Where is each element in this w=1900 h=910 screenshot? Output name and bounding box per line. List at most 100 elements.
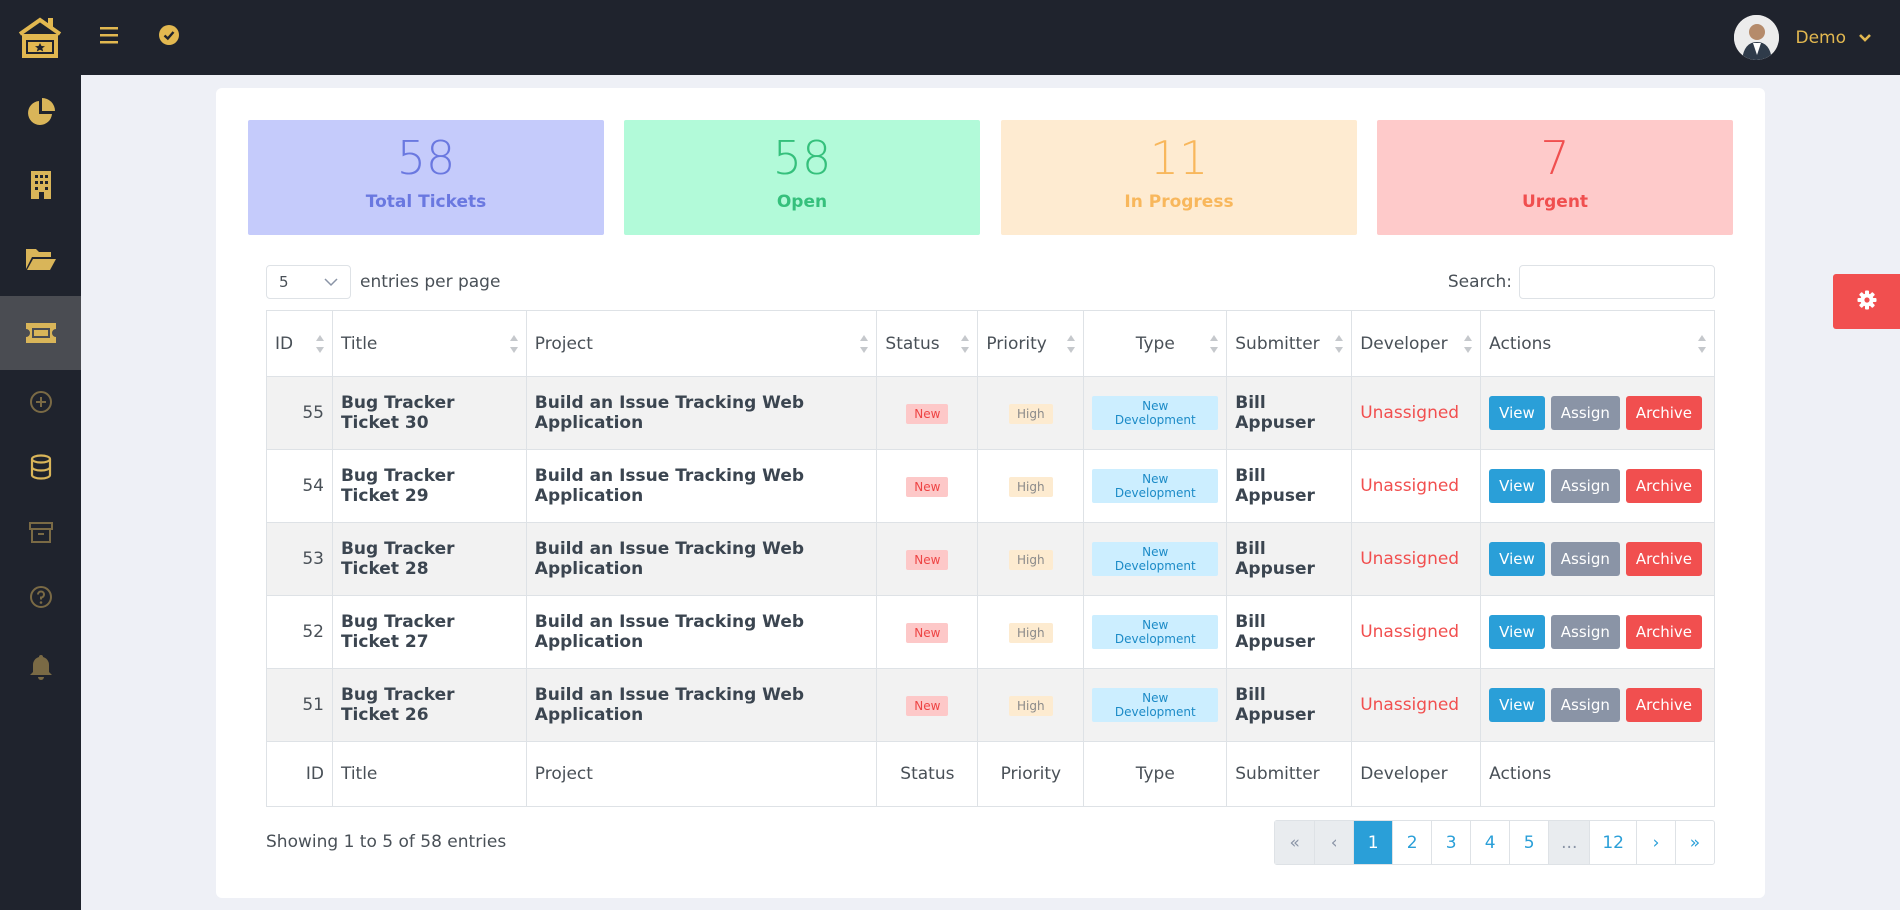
th-id[interactable]: ID — [266, 310, 333, 377]
type-badge: New Development — [1092, 615, 1219, 649]
cell-developer: Unassigned — [1351, 595, 1482, 669]
ticket-icon — [25, 321, 57, 345]
sidebar-item-help[interactable] — [0, 560, 81, 634]
stat-value: 11 — [1149, 131, 1209, 185]
view-button[interactable]: View — [1489, 688, 1545, 722]
status-badge: New — [906, 403, 949, 424]
sidebar-item-archive[interactable] — [0, 495, 81, 569]
user-menu[interactable]: Demo — [1734, 15, 1872, 60]
check-circle-icon[interactable] — [158, 24, 180, 46]
cell-title: Bug Tracker Ticket 30 — [331, 376, 527, 450]
sidebar-item-database[interactable] — [0, 430, 81, 504]
assign-button[interactable]: Assign — [1550, 542, 1620, 576]
settings-tab[interactable] — [1833, 274, 1900, 329]
status-badge: New — [906, 549, 949, 570]
cell-project: Build an Issue Tracking Web Application — [525, 449, 878, 523]
search-label: Search: — [1447, 272, 1512, 292]
page-5[interactable]: 5 — [1509, 821, 1548, 864]
sort-icon — [1698, 335, 1706, 353]
sort-icon — [1464, 335, 1473, 353]
th-submitter[interactable]: Submitter — [1226, 310, 1353, 377]
entries-label: entries per page — [360, 272, 501, 292]
stat-urgent: 7 Urgent — [1377, 120, 1733, 235]
cell-developer: Unassigned — [1351, 668, 1482, 742]
sort-icon — [509, 335, 518, 353]
menu-icon[interactable] — [98, 25, 120, 45]
archive-button[interactable]: Archive — [1625, 469, 1703, 503]
view-button[interactable]: View — [1489, 615, 1545, 649]
assign-button[interactable]: Assign — [1550, 396, 1620, 430]
status-badge: New — [906, 695, 949, 716]
page-3[interactable]: 3 — [1431, 821, 1470, 864]
stat-value: 7 — [1540, 131, 1570, 185]
th-actions[interactable]: Actions — [1480, 310, 1715, 377]
view-button[interactable]: View — [1489, 396, 1545, 430]
cell-submitter: Bill Appuser — [1226, 668, 1353, 742]
sidebar-item-organization[interactable] — [0, 148, 81, 222]
sidebar-item-dashboard[interactable] — [0, 75, 81, 149]
page-first[interactable]: « — [1275, 821, 1315, 864]
assign-button[interactable]: Assign — [1550, 688, 1620, 722]
pagination: « ‹ 1 2 3 4 5 ... 12 › » — [1274, 820, 1715, 865]
status-badge: New — [906, 476, 949, 497]
page-last[interactable]: » — [1675, 821, 1714, 864]
th-priority[interactable]: Priority — [977, 310, 1085, 377]
cell-id: 51 — [266, 668, 333, 742]
cell-title: Bug Tracker Ticket 28 — [331, 522, 527, 596]
archive-button[interactable]: Archive — [1625, 542, 1703, 576]
sort-icon — [1335, 335, 1344, 353]
assign-button[interactable]: Assign — [1550, 615, 1620, 649]
sidebar-item-projects[interactable] — [0, 222, 81, 296]
sidebar-item-notifications[interactable] — [0, 630, 81, 704]
priority-badge: High — [1009, 476, 1053, 497]
archive-button[interactable]: Archive — [1625, 396, 1703, 430]
type-badge: New Development — [1092, 396, 1219, 430]
stat-label: Urgent — [1521, 192, 1589, 212]
th-developer[interactable]: Developer — [1351, 310, 1482, 377]
archive-button[interactable]: Archive — [1625, 615, 1703, 649]
type-badge: New Development — [1092, 542, 1219, 576]
page-next[interactable]: › — [1636, 821, 1675, 864]
table-row: 53 Bug Tracker Ticket 28 Build an Issue … — [266, 522, 1715, 596]
sort-icon — [860, 335, 869, 353]
page-12[interactable]: 12 — [1589, 821, 1636, 864]
th-type[interactable]: Type — [1083, 310, 1228, 377]
assign-button[interactable]: Assign — [1550, 469, 1620, 503]
cell-developer: Unassigned — [1351, 376, 1482, 450]
th-status[interactable]: Status — [876, 310, 979, 377]
th-project[interactable]: Project — [525, 310, 878, 377]
search-input[interactable] — [1519, 265, 1715, 299]
cell-developer: Unassigned — [1351, 522, 1482, 596]
cell-title: Bug Tracker Ticket 26 — [331, 668, 527, 742]
stat-value: 58 — [396, 131, 456, 185]
view-button[interactable]: View — [1489, 542, 1545, 576]
type-badge: New Development — [1092, 688, 1219, 722]
question-circle-icon — [29, 585, 53, 609]
page-4[interactable]: 4 — [1470, 821, 1509, 864]
view-button[interactable]: View — [1489, 469, 1545, 503]
tickets-table: ID Title Project Status Priority Type Su… — [266, 310, 1715, 807]
cell-submitter: Bill Appuser — [1226, 449, 1353, 523]
page-1[interactable]: 1 — [1353, 821, 1393, 864]
cell-id: 54 — [266, 449, 333, 523]
entries-select[interactable]: 5 — [266, 265, 351, 299]
archive-button[interactable]: Archive — [1625, 688, 1703, 722]
sort-icon — [961, 335, 970, 353]
th-title[interactable]: Title — [331, 310, 527, 377]
entries-select-value: 5 — [279, 273, 289, 291]
cell-project: Build an Issue Tracking Web Application — [525, 668, 878, 742]
sort-icon — [315, 335, 324, 353]
sidebar-item-tickets[interactable] — [0, 296, 81, 370]
sidebar-item-add[interactable] — [0, 365, 81, 439]
sort-icon — [1067, 335, 1076, 353]
logo-icon[interactable] — [14, 14, 66, 62]
page-prev[interactable]: ‹ — [1314, 821, 1354, 864]
gear-icon — [1857, 290, 1877, 314]
pie-chart-icon — [26, 97, 56, 127]
cell-submitter: Bill Appuser — [1226, 376, 1353, 450]
top-navbar: Demo — [0, 0, 1900, 75]
cell-id: 52 — [266, 595, 333, 669]
building-icon — [29, 170, 53, 200]
page-2[interactable]: 2 — [1392, 821, 1431, 864]
page-ellipsis: ... — [1548, 821, 1590, 864]
